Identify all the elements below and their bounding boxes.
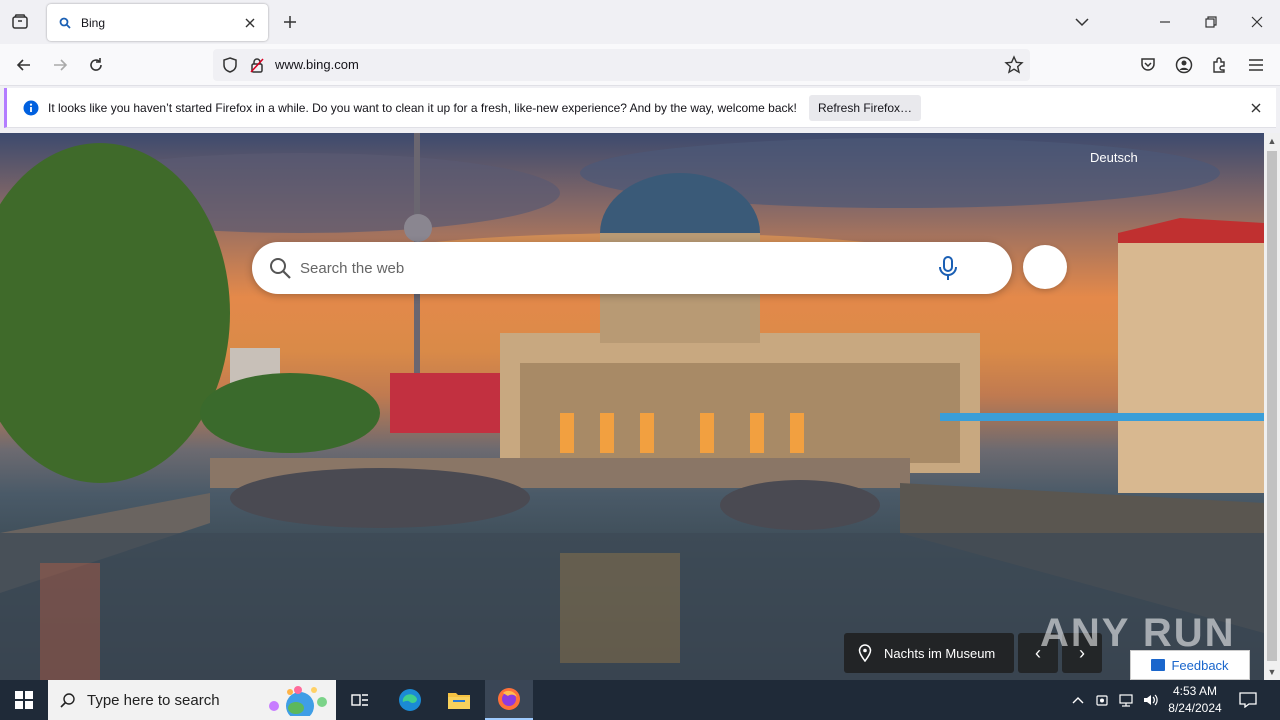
visual-search-button[interactable] bbox=[1023, 245, 1067, 289]
minimize-button[interactable] bbox=[1153, 10, 1177, 34]
task-view-button[interactable] bbox=[336, 680, 384, 720]
address-bar[interactable]: www.bing.com bbox=[213, 49, 1030, 81]
notification-message: It looks like you haven’t started Firefo… bbox=[48, 101, 797, 115]
search-icon bbox=[60, 693, 75, 708]
forward-button[interactable] bbox=[47, 52, 73, 78]
reload-button[interactable] bbox=[83, 52, 109, 78]
restore-button[interactable] bbox=[1199, 10, 1223, 34]
restore-icon bbox=[1205, 16, 1217, 28]
back-button[interactable] bbox=[11, 52, 37, 78]
notification-icon bbox=[1239, 692, 1257, 708]
taskbar-clock[interactable]: 4:53 AM 8/24/2024 bbox=[1160, 683, 1230, 717]
close-window-button[interactable] bbox=[1245, 10, 1269, 34]
new-tab-button[interactable] bbox=[280, 12, 300, 32]
list-all-tabs-button[interactable] bbox=[1070, 10, 1094, 34]
bing-homepage: Deutsch Nachts im Museum ‹ › ANY RUN Fee… bbox=[0, 133, 1264, 680]
clock-time: 4:53 AM bbox=[1172, 684, 1218, 698]
pocket-icon bbox=[1141, 58, 1155, 71]
page-scrollbar[interactable]: ▲ ▼ bbox=[1264, 133, 1280, 680]
start-button[interactable] bbox=[0, 680, 48, 720]
tab-strip: Bing bbox=[0, 0, 1280, 44]
scroll-down-icon[interactable]: ▼ bbox=[1267, 667, 1277, 677]
tab-title: Bing bbox=[81, 15, 106, 30]
taskbar-search-placeholder: Type here to search bbox=[87, 692, 220, 709]
tab-close-icon[interactable] bbox=[242, 15, 258, 31]
scroll-up-icon[interactable]: ▲ bbox=[1267, 136, 1277, 146]
clock-date: 8/24/2024 bbox=[1168, 701, 1222, 715]
edge-icon bbox=[399, 689, 421, 711]
close-icon[interactable] bbox=[1248, 100, 1264, 116]
image-caption-button[interactable]: Nachts im Museum bbox=[844, 633, 1014, 673]
firefox-taskbar-button[interactable] bbox=[485, 680, 533, 720]
chevron-down-icon bbox=[1075, 18, 1089, 27]
edge-taskbar-button[interactable] bbox=[386, 680, 434, 720]
background-image bbox=[0, 133, 1264, 680]
puzzle-icon bbox=[1213, 57, 1225, 73]
arrow-right-icon bbox=[54, 59, 68, 71]
windows-logo-icon bbox=[15, 691, 33, 709]
device-icon bbox=[1096, 695, 1108, 706]
firefox-view-button[interactable] bbox=[8, 10, 32, 34]
network-icon bbox=[1119, 694, 1133, 707]
task-view-icon bbox=[351, 694, 368, 706]
tracking-protection-shield-icon[interactable] bbox=[221, 56, 239, 74]
network-button[interactable] bbox=[1116, 680, 1136, 720]
hamburger-menu-icon bbox=[1249, 59, 1263, 71]
url-text[interactable]: www.bing.com bbox=[275, 57, 359, 72]
reload-icon bbox=[90, 58, 102, 71]
folder-icon bbox=[448, 693, 470, 709]
minimize-icon bbox=[1160, 21, 1170, 23]
volume-button[interactable] bbox=[1140, 680, 1160, 720]
taskbar-search-box[interactable]: Type here to search bbox=[48, 680, 336, 720]
search-icon bbox=[57, 15, 73, 31]
action-center-button[interactable] bbox=[1236, 680, 1260, 720]
feedback-icon bbox=[1151, 659, 1166, 671]
feedback-label: Feedback bbox=[1171, 657, 1229, 673]
search-input[interactable] bbox=[300, 255, 920, 281]
extensions-button[interactable] bbox=[1207, 52, 1233, 78]
chevron-up-icon bbox=[1072, 697, 1084, 704]
info-icon bbox=[23, 100, 39, 116]
account-icon bbox=[1175, 56, 1193, 74]
speaker-icon bbox=[1144, 694, 1158, 706]
file-explorer-taskbar-button[interactable] bbox=[435, 680, 483, 720]
search-icon bbox=[270, 258, 291, 279]
firefox-icon bbox=[498, 688, 520, 710]
feedback-button[interactable]: Feedback bbox=[1130, 650, 1250, 680]
image-caption: Nachts im Museum bbox=[884, 645, 996, 661]
tab-bing[interactable]: Bing bbox=[47, 4, 268, 41]
plus-icon bbox=[284, 16, 296, 28]
tray-app-icon[interactable] bbox=[1092, 680, 1112, 720]
windows-taskbar: Type here to search 4:53 AM 8/24/2024 bbox=[0, 680, 1280, 720]
account-button[interactable] bbox=[1171, 52, 1197, 78]
arrow-left-icon bbox=[16, 59, 30, 71]
firefox-view-icon bbox=[12, 14, 28, 29]
app-menu-button[interactable] bbox=[1243, 52, 1269, 78]
scrollbar-thumb[interactable] bbox=[1267, 151, 1277, 661]
bookmark-star-icon[interactable] bbox=[1004, 55, 1024, 75]
search-highlight-illustration bbox=[269, 686, 327, 716]
search-box[interactable] bbox=[252, 242, 1012, 294]
navigation-toolbar: www.bing.com bbox=[0, 44, 1280, 86]
refresh-firefox-button[interactable]: Refresh Firefox… bbox=[809, 95, 921, 121]
microphone-icon[interactable] bbox=[936, 255, 960, 281]
location-pin-icon bbox=[858, 644, 872, 662]
lock-icon[interactable] bbox=[248, 56, 266, 74]
close-icon bbox=[1251, 16, 1263, 28]
pocket-button[interactable] bbox=[1135, 52, 1161, 78]
refresh-firefox-notification: It looks like you haven’t started Firefo… bbox=[4, 88, 1276, 128]
show-hidden-icons-button[interactable] bbox=[1068, 680, 1088, 720]
language-link[interactable]: Deutsch bbox=[1090, 150, 1138, 165]
